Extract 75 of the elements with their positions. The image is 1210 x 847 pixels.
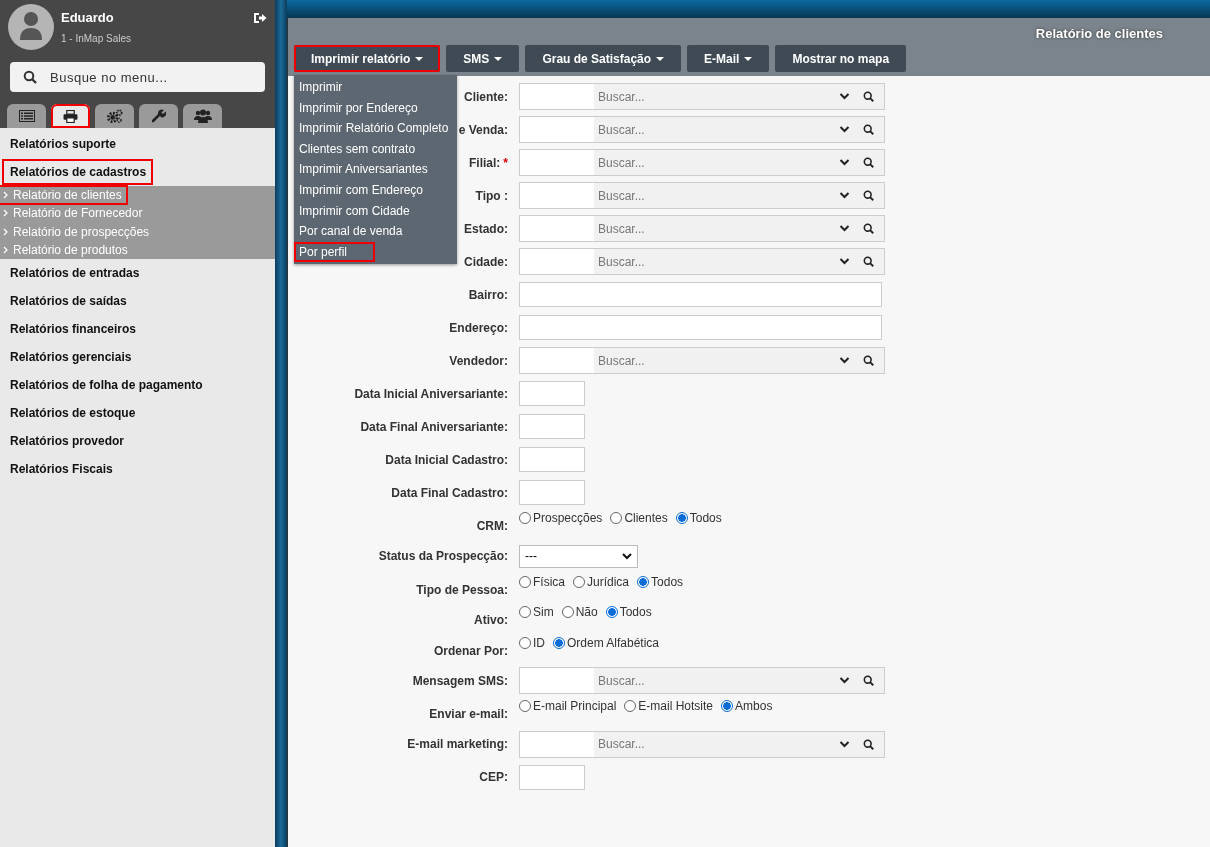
radio-label: Jurídica [587, 574, 630, 589]
field-label: Tipo : [475, 188, 508, 203]
dropdown-item[interactable]: Imprimir por Endereço [294, 97, 457, 119]
field-label: Data Inicial Aniversariante: [354, 386, 508, 401]
radio-label: Física [533, 574, 565, 589]
field-label: Endereço: [449, 320, 508, 335]
dropdown-item[interactable]: Imprimir Relatório Completo [294, 118, 457, 139]
field-label: Tipo de Pessoa: [416, 582, 508, 597]
dropdown-item[interactable]: Imprimir Aniversariantes [294, 159, 457, 180]
select-field[interactable]: --- [519, 544, 638, 568]
dropdown-item[interactable]: Clientes sem contrato [294, 138, 457, 160]
radio-label: Todos [651, 574, 684, 589]
required-mark: * [503, 155, 508, 170]
lookup-field[interactable]: Buscar... [519, 730, 885, 758]
field-label: Bairro: [468, 287, 508, 302]
radio-label: Prospecções [533, 511, 603, 525]
menu-item[interactable]: Relatórios de folha de pagamento [4, 374, 208, 397]
lookup-field[interactable]: Buscar... [519, 667, 885, 694]
menu-item[interactable]: Relatórios de saídas [4, 290, 132, 313]
field-label: Data Final Aniversariante: [360, 419, 508, 434]
radio-label: ID [533, 635, 545, 650]
toolbar-button[interactable]: Imprimir relatório [294, 45, 441, 72]
dropdown-item[interactable]: Por canal de venda [294, 221, 457, 242]
radio-label: Ordem Alfabética [567, 635, 660, 650]
dropdown-item[interactable]: Imprimir [294, 77, 457, 98]
radio-label: Clientes [624, 511, 668, 525]
radio-label: Não [575, 605, 598, 619]
menu-search-field[interactable]: Busque no menu... [10, 62, 265, 92]
field-label: Vendedor: [449, 353, 508, 368]
user-name: Eduardo [61, 10, 115, 25]
menu-item[interactable]: Relatórios financeiros [4, 318, 142, 341]
lookup-field[interactable]: Buscar... [519, 182, 885, 209]
field-label: Estado: [464, 221, 508, 236]
toolbar-button[interactable]: Grau de Satisfação [525, 45, 682, 72]
lookup-field[interactable]: Buscar... [519, 248, 885, 275]
dialog-title: Relatório de clientes [1035, 26, 1163, 41]
lookup-field[interactable]: Buscar... [519, 215, 885, 242]
menu-item[interactable]: Relatórios de estoque [4, 402, 141, 425]
dropdown-item[interactable]: Imprimir com Cidade [294, 200, 457, 222]
field-label: Filial: [469, 155, 501, 170]
lookup-field[interactable]: Buscar... [519, 347, 885, 374]
lookup-field[interactable]: Buscar... [519, 116, 885, 143]
menu-item[interactable]: Relatórios Fiscais [4, 458, 118, 481]
menu-item[interactable]: Relatórios de entradas [4, 262, 145, 285]
field-label: Status da Prospecção: [378, 549, 508, 563]
toolbar-button[interactable]: E-Mail [687, 45, 770, 72]
field-label: e Venda: [458, 122, 508, 137]
user-company: 1 - InMap Sales [61, 33, 133, 44]
lookup-field[interactable]: Buscar... [519, 83, 885, 110]
radio-label: Ambos [735, 699, 773, 713]
radio-label: Todos [689, 511, 722, 525]
field-label: CRM: [476, 519, 508, 533]
toolbar-button[interactable]: SMS [446, 45, 520, 72]
dropdown-item[interactable]: Por perfil [294, 241, 375, 263]
field-label: Enviar e-mail: [429, 707, 508, 721]
menu-item[interactable]: Relatórios de cadastros [4, 161, 152, 183]
radio-label: Sim [533, 605, 554, 619]
field-label: Cliente: [464, 89, 508, 104]
radio-label: E-mail Hotsite [638, 699, 714, 713]
field-label: Cidade: [464, 254, 508, 269]
menu-item[interactable]: Relatórios suporte [4, 133, 122, 155]
toolbar-button[interactable]: Mostrar no mapa [775, 45, 907, 72]
field-label: Ordenar Por: [434, 643, 508, 658]
field-label: CEP: [479, 770, 508, 784]
menu-item[interactable]: Relatórios provedor [4, 430, 130, 453]
field-label: Data Inicial Cadastro: [385, 452, 508, 467]
field-label: Data Final Cadastro: [391, 485, 508, 500]
menu-item[interactable]: Relatórios gerenciais [4, 346, 137, 369]
lookup-field[interactable]: Buscar... [519, 149, 885, 176]
field-label: Mensagem SMS: [412, 673, 508, 688]
dropdown-item[interactable]: Imprimir com Endereço [294, 179, 457, 201]
field-label: E-mail marketing: [407, 737, 508, 751]
radio-label: Todos [619, 605, 652, 619]
field-label: Ativo: [474, 613, 508, 627]
radio-label: E-mail Principal [533, 699, 617, 713]
